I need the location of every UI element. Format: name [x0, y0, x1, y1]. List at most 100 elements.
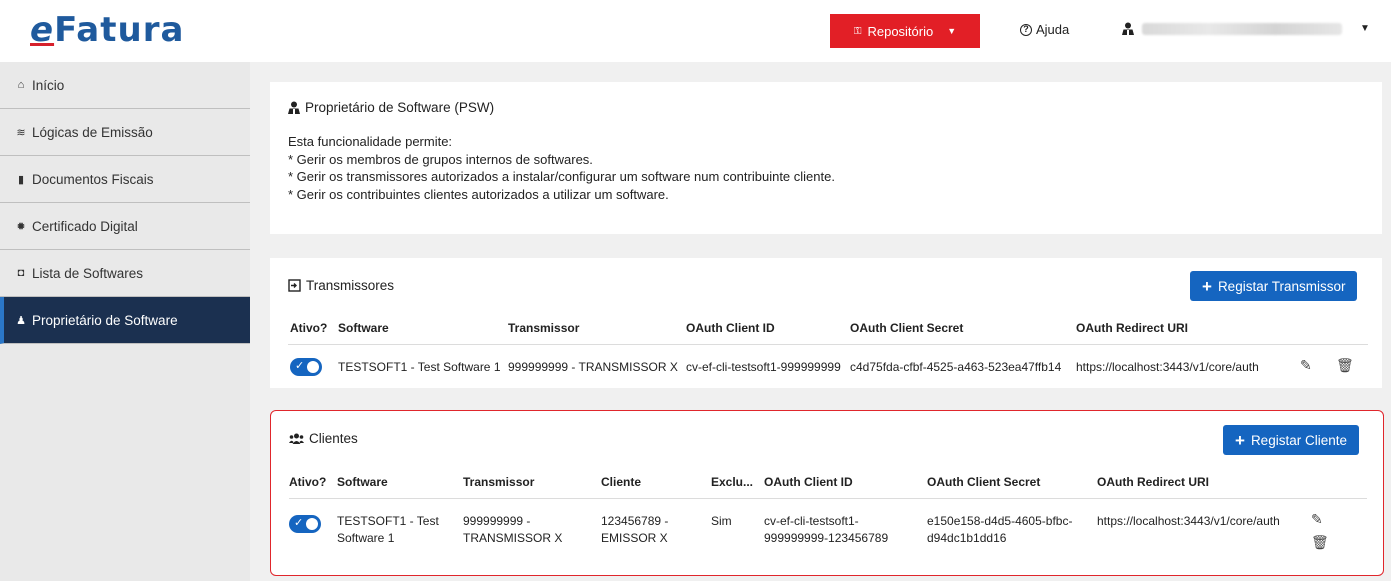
cell-software: TESTSOFT1 - Test Software 1	[337, 513, 439, 547]
sidebar-item-label: Documentos Fiscais	[32, 171, 154, 187]
repository-label: Repositório	[867, 23, 934, 39]
layers-icon: ≋	[16, 126, 26, 139]
question-icon: ?	[1020, 23, 1032, 36]
sidebar-item-documentos-fiscais[interactable]: ▮ Documentos Fiscais	[0, 156, 250, 203]
cell-software: TESTSOFT1 - Test Software 1	[338, 360, 501, 374]
cell-software-line: TESTSOFT1 - Test	[337, 514, 439, 528]
cell-cliente-line: EMISSOR X	[601, 531, 668, 545]
key-icon: ⚿	[853, 25, 862, 37]
delete-trash-icon[interactable]: 🗑	[1311, 534, 1329, 551]
psw-line: * Gerir os membros de grupos internos de…	[288, 151, 593, 167]
clientes-card: Clientes + Registar Cliente Ativo? Softw…	[270, 410, 1384, 576]
column-header: OAuth Client ID	[764, 475, 853, 489]
cell-client-id: cv-ef-cli-testsoft1- 999999999-123456789	[764, 513, 888, 547]
table-divider	[289, 498, 1367, 499]
cell-client-id-line: 999999999-123456789	[764, 531, 889, 545]
sidebar-item-lista-softwares[interactable]: ◘ Lista de Softwares	[0, 250, 250, 297]
sidebar-item-proprietario-software[interactable]: ♟ Proprietário de Software	[0, 297, 250, 344]
sidebar-item-label: Lista de Softwares	[32, 265, 144, 281]
sidebar-item-label: Início	[32, 77, 65, 93]
column-header: Transmissor	[508, 321, 580, 335]
cell-client-secret: c4d75fda-cfbf-4525-a463-523ea47ffb14	[850, 360, 1062, 374]
user-name-redacted	[1142, 22, 1342, 35]
active-toggle[interactable]: ✓	[290, 358, 322, 376]
user-tie-icon: ♟	[16, 314, 26, 327]
column-header: Ativo?	[289, 475, 327, 489]
edit-pencil-icon[interactable]: ✎	[1311, 511, 1323, 528]
sidebar-item-label: Proprietário de Software	[32, 312, 178, 328]
main-content: Proprietário de Software (PSW) Esta func…	[250, 62, 1391, 581]
help-link[interactable]: ? Ajuda	[1020, 22, 1069, 37]
top-bar: eFatura ⚿ Repositório ▼ ? Ajuda ▼	[0, 0, 1391, 62]
sidebar-item-label: Lógicas de Emissão	[32, 124, 153, 140]
check-icon: ✓	[295, 360, 305, 372]
logo-text: Fatura	[54, 10, 185, 50]
help-label: Ajuda	[1036, 22, 1070, 37]
cell-software-line: Software 1	[337, 531, 395, 545]
cell-exclusivo: Sim	[711, 514, 732, 528]
delete-trash-icon[interactable]: 🗑	[1336, 357, 1354, 374]
clientes-title: Clientes	[289, 431, 358, 446]
edit-pencil-icon[interactable]: ✎	[1300, 357, 1312, 374]
sidebar-item-inicio[interactable]: ⌂ Início	[0, 62, 250, 109]
toggle-knob	[307, 361, 319, 373]
plus-icon: +	[1202, 276, 1212, 296]
toggle-knob	[306, 518, 318, 530]
cell-client-id-line: cv-ef-cli-testsoft1-	[764, 514, 859, 528]
clientes-title-text: Clientes	[309, 431, 358, 446]
sidebar-item-label: Certificado Digital	[32, 218, 138, 234]
users-icon	[289, 433, 304, 444]
column-header: OAuth Redirect URI	[1076, 321, 1189, 335]
psw-description: Esta funcionalidade permite: * Gerir os …	[288, 133, 1364, 203]
cell-transmissor-line: TRANSMISSOR X	[463, 531, 563, 545]
cell-client-id: cv-ef-cli-testsoft1-999999999	[686, 360, 841, 374]
column-header: Transmissor	[463, 475, 535, 489]
efatura-logo[interactable]: eFatura	[30, 10, 184, 50]
home-icon: ⌂	[17, 79, 25, 91]
psw-title-text: Proprietário de Software (PSW)	[305, 100, 495, 115]
user-menu[interactable]: ▼	[1122, 22, 1370, 35]
sidebar-item-certificado-digital[interactable]: ✹ Certificado Digital	[0, 203, 250, 250]
plus-icon: +	[1235, 430, 1245, 450]
column-header: OAuth Client ID	[686, 321, 775, 335]
repository-dropdown-button[interactable]: ⚿ Repositório ▼	[830, 14, 980, 48]
column-header: OAuth Redirect URI	[1097, 475, 1210, 489]
psw-title: Proprietário de Software (PSW)	[288, 100, 1364, 115]
column-header: OAuth Client Secret	[927, 475, 1041, 489]
register-transmissor-button[interactable]: + Registar Transmissor	[1190, 271, 1358, 301]
cell-cliente-line: 123456789 -	[601, 514, 669, 528]
sidebar-item-logicas-emissao[interactable]: ≋ Lógicas de Emissão	[0, 109, 250, 156]
psw-line: * Gerir os transmissores autorizados a i…	[288, 169, 835, 184]
column-header: Software	[338, 321, 389, 335]
transmissores-title-text: Transmissores	[306, 278, 395, 293]
register-cliente-label: Registar Cliente	[1250, 432, 1347, 448]
cell-client-secret-line: d94dc1b1dd16	[927, 531, 1007, 545]
chevron-down-icon: ▼	[1360, 23, 1370, 34]
cell-redirect-uri: https://localhost:3443/v1/core/auth	[1097, 514, 1280, 528]
certificate-icon: ✹	[16, 220, 26, 233]
cell-redirect-uri: https://localhost:3443/v1/core/auth	[1076, 360, 1259, 374]
sign-in-icon	[288, 279, 301, 292]
table-divider	[288, 344, 1368, 345]
cell-transmissor-line: 999999999 -	[463, 514, 531, 528]
file-icon: ▮	[17, 173, 25, 186]
register-cliente-button[interactable]: + Registar Cliente	[1223, 425, 1359, 455]
column-header: Ativo?	[290, 321, 328, 335]
briefcase-icon: ◘	[17, 267, 25, 279]
cell-client-secret-line: e150e158-d4d5-4605-bfbc-	[927, 514, 1073, 528]
user-tie-icon	[288, 101, 300, 114]
register-transmissor-label: Registar Transmissor	[1217, 278, 1346, 294]
psw-line: Esta funcionalidade permite:	[288, 134, 453, 149]
active-toggle[interactable]: ✓	[289, 515, 321, 533]
column-header: OAuth Client Secret	[850, 321, 964, 335]
psw-line: * Gerir os contribuintes clientes autori…	[288, 186, 669, 202]
cell-transmissor: 999999999 - TRANSMISSOR X	[508, 360, 678, 374]
psw-info-card: Proprietário de Software (PSW) Esta func…	[270, 82, 1382, 234]
user-icon	[1122, 22, 1134, 35]
cell-transmissor: 999999999 - TRANSMISSOR X	[463, 513, 562, 547]
check-icon: ✓	[294, 517, 304, 529]
cell-client-secret: e150e158-d4d5-4605-bfbc- d94dc1b1dd16	[927, 513, 1072, 547]
logo-e: e	[30, 10, 55, 50]
column-header: Cliente	[601, 475, 642, 489]
transmissores-title: Transmissores	[288, 278, 394, 293]
